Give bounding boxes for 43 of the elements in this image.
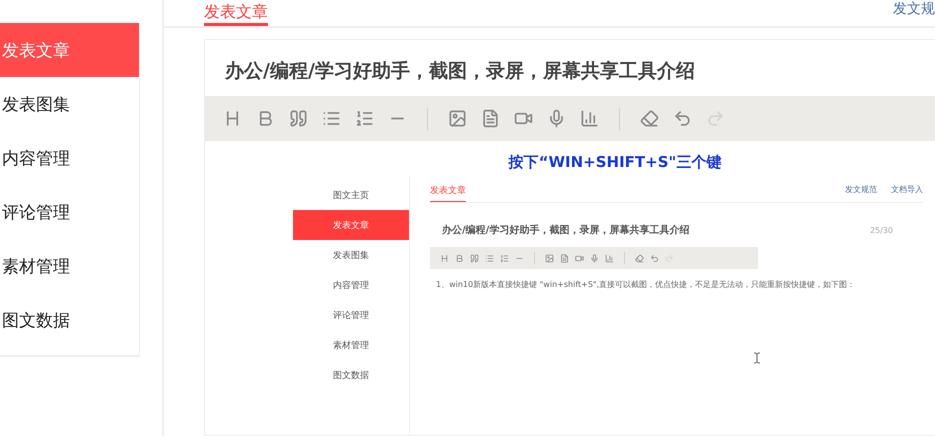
sidebar-item: 发表图集: [332, 250, 370, 262]
sidebar-item: 图文主页: [332, 190, 370, 202]
sidebar-item: 素材管理: [332, 340, 370, 352]
undo-icon[interactable]: [650, 254, 659, 262]
sidebar-item[interactable]: 发表图集: [0, 77, 139, 131]
quote-icon[interactable]: [289, 109, 308, 128]
numbered-list-icon[interactable]: [355, 109, 374, 128]
document-icon[interactable]: [481, 109, 500, 128]
heading-icon[interactable]: [440, 254, 449, 262]
text-cursor-icon: [751, 352, 763, 364]
video-icon[interactable]: [575, 254, 584, 262]
screenshot-caption: 按下“WIN+SHIFT+S"三个键: [507, 153, 722, 172]
numbered-list-icon[interactable]: [500, 254, 509, 262]
article-title: 办公/编程/学习好助手，截图，录屏，屏幕共享工具介绍: [442, 223, 690, 237]
eraser-icon[interactable]: [635, 254, 644, 262]
header-link[interactable]: 发文规范: [845, 184, 877, 202]
bold-icon[interactable]: [455, 254, 464, 262]
sidebar-item: 发表文章: [293, 210, 409, 240]
sidebar-item: 评论管理: [332, 310, 370, 322]
sidebar-item: 内容管理: [332, 280, 370, 292]
image-icon[interactable]: [545, 254, 554, 262]
document-icon[interactable]: [560, 254, 569, 262]
list-icon[interactable]: [485, 254, 494, 262]
article-body: 1、win10新版本直接快捷键 "win+shift+S",直接可以截图，优点快捷，不足是无法动，只能重新按快捷键，如下图：: [435, 279, 856, 291]
image-icon[interactable]: [448, 109, 467, 128]
quote-icon[interactable]: [470, 254, 479, 262]
eraser-icon[interactable]: [640, 109, 659, 128]
undo-icon[interactable]: [673, 109, 692, 128]
microphone-icon[interactable]: [547, 109, 566, 128]
header-link[interactable]: 文档导入: [891, 184, 923, 202]
sidebar-item[interactable]: 图文数据: [0, 293, 139, 347]
sidebar-item: 图文数据: [332, 370, 370, 382]
character-counter: 25/30: [870, 226, 893, 234]
microphone-icon[interactable]: [590, 254, 599, 262]
article-title[interactable]: 办公/编程/学习好助手，截图，录屏，屏幕共享工具介绍: [205, 40, 935, 96]
sidebar-item[interactable]: 素材管理: [0, 239, 139, 293]
sidebar-item[interactable]: 评论管理: [0, 185, 139, 239]
tab[interactable]: 发表文章: [204, 0, 268, 26]
header-link[interactable]: 发文规: [893, 0, 935, 26]
list-icon[interactable]: [322, 109, 341, 128]
bar-chart-icon[interactable]: [605, 254, 614, 262]
bar-chart-icon[interactable]: [580, 109, 599, 128]
sidebar-item[interactable]: 内容管理: [0, 131, 139, 185]
